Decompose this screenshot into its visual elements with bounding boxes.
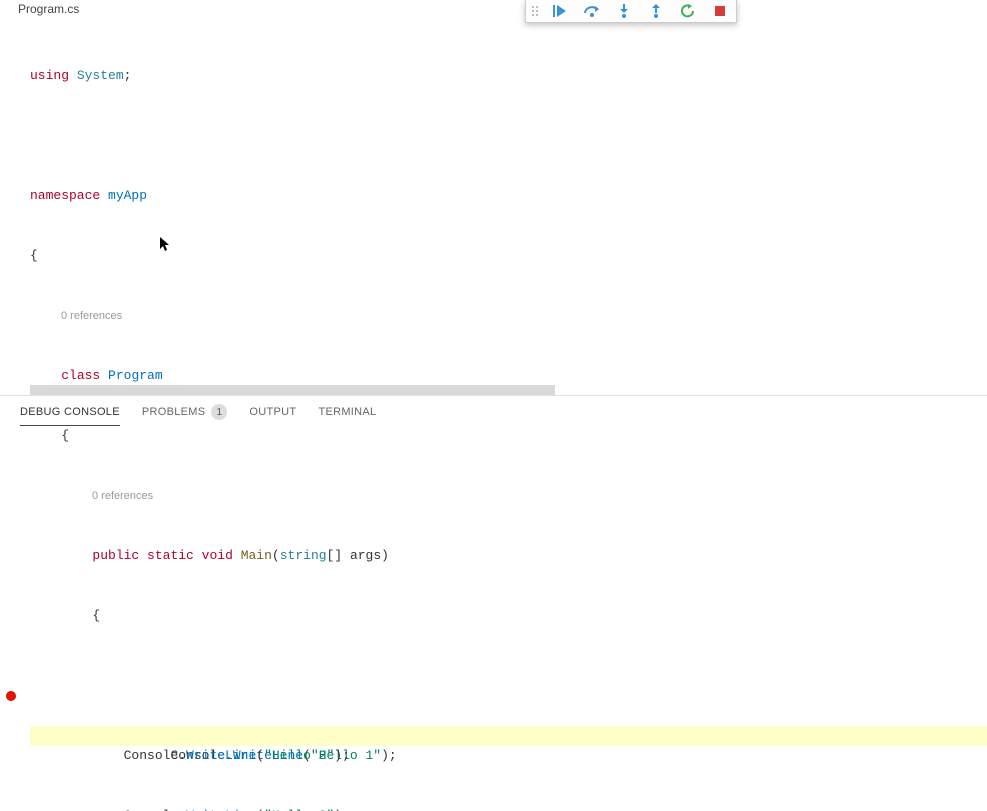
- drag-handle-icon[interactable]: [526, 0, 544, 22]
- restart-button[interactable]: [672, 0, 704, 22]
- token-brace: {: [61, 428, 69, 443]
- token-namespace: myApp: [108, 188, 147, 203]
- step-out-button[interactable]: [640, 0, 672, 22]
- token-string: "Hello 2": [264, 748, 334, 763]
- token-keyword: class: [61, 368, 100, 383]
- token-keyword: namespace: [30, 188, 100, 203]
- continue-button[interactable]: [544, 0, 576, 22]
- token-punct: []: [327, 548, 343, 563]
- stop-icon: [714, 5, 726, 17]
- token-keyword: using: [30, 68, 69, 83]
- token-punct: ;: [124, 68, 132, 83]
- token-method-name: Main: [241, 548, 272, 563]
- token-ident: Console: [124, 748, 179, 763]
- step-out-icon: [650, 4, 662, 18]
- token-brace: {: [92, 608, 100, 623]
- token-keyword: void: [202, 548, 233, 563]
- current-execution-line: Console.WriteLine("Hello 1");: [30, 686, 987, 706]
- token-type: string: [280, 548, 327, 563]
- token-punct: );: [334, 748, 350, 763]
- code-editor[interactable]: using System; namespace myApp { 0 refere…: [0, 18, 987, 811]
- token-punct: .: [178, 748, 186, 763]
- step-over-icon: [583, 4, 601, 18]
- debug-toolbar: [525, 0, 737, 23]
- step-over-button[interactable]: [576, 0, 608, 22]
- token-method: WriteLine: [186, 748, 256, 763]
- codelens-class[interactable]: 0 references: [30, 306, 987, 326]
- token-punct: (: [272, 548, 280, 563]
- horizontal-scrollbar[interactable]: [30, 385, 555, 395]
- stop-button[interactable]: [704, 0, 736, 22]
- breakpoint-icon[interactable]: [6, 691, 16, 701]
- token-keyword: public: [92, 548, 139, 563]
- step-into-icon: [618, 4, 630, 18]
- continue-icon: [552, 4, 568, 18]
- restart-icon: [680, 4, 696, 18]
- token-param: args: [342, 548, 381, 563]
- step-into-button[interactable]: [608, 0, 640, 22]
- codelens-method[interactable]: 0 references: [30, 486, 987, 506]
- token-brace: {: [30, 248, 38, 263]
- editor-tab-title: Program.cs: [0, 0, 987, 18]
- token-class: Program: [108, 368, 163, 383]
- token-punct: (: [256, 748, 264, 763]
- token-keyword: static: [147, 548, 194, 563]
- token-punct: );: [381, 748, 397, 763]
- editor-area: Program.cs: [0, 0, 987, 395]
- token-type: System: [77, 68, 124, 83]
- execution-highlight: [30, 726, 987, 746]
- token-punct: ): [381, 548, 389, 563]
